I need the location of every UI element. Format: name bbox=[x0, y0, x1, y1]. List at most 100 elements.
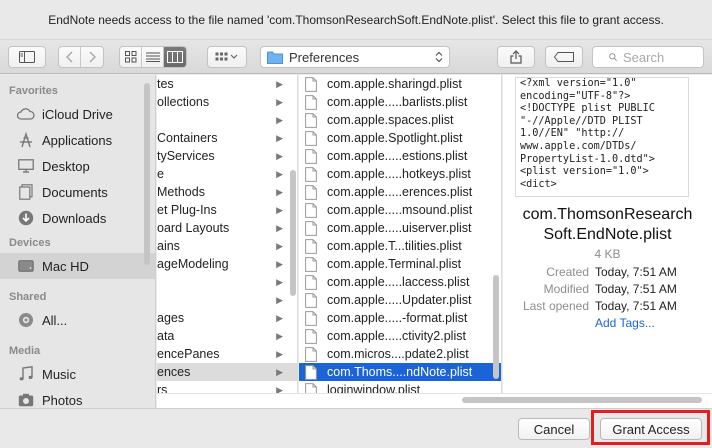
column-1-row[interactable]: ata ▶ bbox=[157, 327, 297, 345]
forward-button[interactable] bbox=[81, 47, 103, 67]
path-popup[interactable]: Preferences bbox=[260, 46, 450, 68]
column-1-row[interactable]: Methods ▶ bbox=[157, 183, 297, 201]
file-row[interactable]: com.apple.....Updater.plist bbox=[299, 291, 501, 309]
search-input[interactable] bbox=[623, 49, 703, 65]
file-icon bbox=[305, 274, 317, 290]
column-1-row[interactable]: ages ▶ bbox=[157, 309, 297, 327]
file-row[interactable]: com.apple.....estions.plist bbox=[299, 147, 501, 165]
column-1-row[interactable]: oard Layouts ▶ bbox=[157, 219, 297, 237]
file-row[interactable]: com.apple.....-format.plist bbox=[299, 309, 501, 327]
column-1-row[interactable]: ains ▶ bbox=[157, 237, 297, 255]
file-row[interactable]: loginwindow.plist bbox=[299, 381, 501, 393]
sidebar-item-label: Applications bbox=[42, 132, 113, 148]
column-1-row-label: ollections bbox=[157, 95, 210, 109]
sidebar-item-photos[interactable]: Photos bbox=[0, 387, 155, 408]
desktop-icon bbox=[18, 159, 34, 173]
sidebar-item-all-shared[interactable]: All... bbox=[0, 307, 155, 333]
file-row-label: com.apple.....erences.plist bbox=[327, 185, 473, 199]
column-1-row[interactable]: tes ▶ bbox=[157, 75, 297, 93]
column-1-row[interactable]: rs ▶ bbox=[157, 381, 297, 393]
file-row[interactable]: com.apple.....erences.plist bbox=[299, 183, 501, 201]
file-row[interactable]: com.micros....pdate2.plist bbox=[299, 345, 501, 363]
column-1-row[interactable]: ollections ▶ bbox=[157, 93, 297, 111]
cancel-button[interactable]: Cancel bbox=[518, 418, 590, 440]
file-row[interactable]: com.apple.....uiserver.plist bbox=[299, 219, 501, 237]
column-1-row[interactable]: et Plug-Ins ▶ bbox=[157, 201, 297, 219]
list-view-button[interactable] bbox=[142, 47, 164, 67]
file-row[interactable]: com.apple.Spotlight.plist bbox=[299, 129, 501, 147]
file-icon bbox=[305, 220, 317, 236]
column-1-row-label: e bbox=[157, 167, 164, 181]
share-button[interactable] bbox=[497, 46, 535, 68]
sidebar-item-downloads[interactable]: Downloads bbox=[0, 205, 155, 231]
sidebar-toggle-button[interactable] bbox=[8, 46, 46, 68]
file-icon-wrap bbox=[305, 166, 319, 182]
chevron-right-icon bbox=[89, 51, 96, 63]
sidebar-item-applications[interactable]: Applications bbox=[0, 127, 155, 153]
icon-view-button[interactable] bbox=[120, 47, 142, 67]
column-1-row[interactable]: encePanes ▶ bbox=[157, 345, 297, 363]
file-row[interactable]: com.apple.....barlists.plist bbox=[299, 93, 501, 111]
column-1-row[interactable]: e ▶ bbox=[157, 165, 297, 183]
file-row-label: com.apple.sharingd.plist bbox=[327, 77, 462, 91]
column-1-row[interactable]: ageModeling ▶ bbox=[157, 255, 297, 273]
back-button[interactable] bbox=[59, 47, 81, 67]
chevron-right-icon: ▶ bbox=[276, 312, 283, 323]
horizontal-scrollbar[interactable] bbox=[462, 397, 702, 403]
sidebar-icon bbox=[19, 51, 35, 63]
file-row-label: com.apple.Spotlight.plist bbox=[327, 131, 463, 145]
column-1-row-label: ata bbox=[157, 329, 175, 343]
sidebar-heading-shared: Shared bbox=[9, 291, 47, 303]
column-1-row[interactable]: tyServices ▶ bbox=[157, 147, 297, 165]
file-row[interactable]: com.apple.spaces.plist bbox=[299, 111, 501, 129]
column-view-button[interactable] bbox=[164, 47, 186, 67]
sidebar-item-documents[interactable]: Documents bbox=[0, 179, 155, 205]
chevron-right-icon: ▶ bbox=[276, 276, 283, 287]
sidebar-item-music[interactable]: Music bbox=[0, 361, 155, 387]
file-preview-text: <?xml version="1.0" encoding="UTF-8"?> <… bbox=[515, 77, 689, 197]
sidebar-scrollbar[interactable] bbox=[144, 83, 150, 265]
file-row-label: com.apple.....uiserver.plist bbox=[327, 221, 472, 235]
column-1-row[interactable]: ▶ bbox=[157, 291, 297, 309]
sidebar-item-label: Music bbox=[42, 366, 76, 382]
file-icon bbox=[305, 238, 317, 254]
sidebar-item-icloud-drive[interactable]: iCloud Drive bbox=[0, 101, 155, 127]
column-2-scrollbar[interactable] bbox=[493, 275, 499, 379]
sidebar-item-desktop[interactable]: Desktop bbox=[0, 153, 155, 179]
grid-icon bbox=[124, 51, 136, 63]
chevron-right-icon: ▶ bbox=[276, 114, 283, 125]
chevron-right-icon: ▶ bbox=[276, 204, 283, 215]
file-row[interactable]: com.apple.....laccess.plist bbox=[299, 273, 501, 291]
list-icon bbox=[145, 52, 160, 62]
columns-icon bbox=[167, 51, 183, 63]
file-row-label: com.apple.....barlists.plist bbox=[327, 95, 468, 109]
file-row[interactable]: com.apple.sharingd.plist bbox=[299, 75, 501, 93]
arrange-button[interactable] bbox=[207, 46, 247, 68]
column-1-row-label: Methods bbox=[157, 185, 205, 199]
sidebar-item-mac-hd[interactable]: Mac HD bbox=[0, 253, 155, 279]
column-1-scrollbar[interactable] bbox=[290, 170, 296, 296]
column-1-row-label: encePanes bbox=[157, 347, 220, 361]
add-tags-link[interactable]: Add Tags... bbox=[595, 316, 655, 330]
column-1-row[interactable]: ▶ bbox=[157, 111, 297, 129]
chevron-left-icon bbox=[65, 51, 73, 63]
column-1-row[interactable]: Containers ▶ bbox=[157, 129, 297, 147]
file-row[interactable]: com.apple.....msound.plist bbox=[299, 201, 501, 219]
file-row-label: com.apple.T...tilities.plist bbox=[327, 239, 462, 253]
sidebar: Favorites iCloud Drive Applications Desk… bbox=[0, 75, 156, 408]
file-row[interactable]: com.apple.T...tilities.plist bbox=[299, 237, 501, 255]
column-1-row[interactable]: ences ▶ bbox=[157, 363, 297, 381]
column-1-row[interactable]: ▶ bbox=[157, 273, 297, 291]
column-1-row-label: Containers bbox=[157, 131, 218, 145]
up-down-chevron-icon bbox=[435, 51, 443, 63]
search-field[interactable] bbox=[592, 46, 704, 68]
file-row-label: com.micros....pdate2.plist bbox=[327, 347, 469, 361]
file-row[interactable]: com.apple.Terminal.plist bbox=[299, 255, 501, 273]
file-row[interactable]: com.apple.....hotkeys.plist bbox=[299, 165, 501, 183]
tags-button[interactable] bbox=[545, 46, 583, 68]
chevron-right-icon: ▶ bbox=[276, 222, 283, 233]
file-row[interactable]: com.apple.....ctivity2.plist bbox=[299, 327, 501, 345]
file-icon bbox=[305, 310, 317, 326]
file-row-label: com.apple.....estions.plist bbox=[327, 149, 468, 163]
file-row-selected[interactable]: com.Thoms....ndNote.plist bbox=[299, 363, 501, 381]
